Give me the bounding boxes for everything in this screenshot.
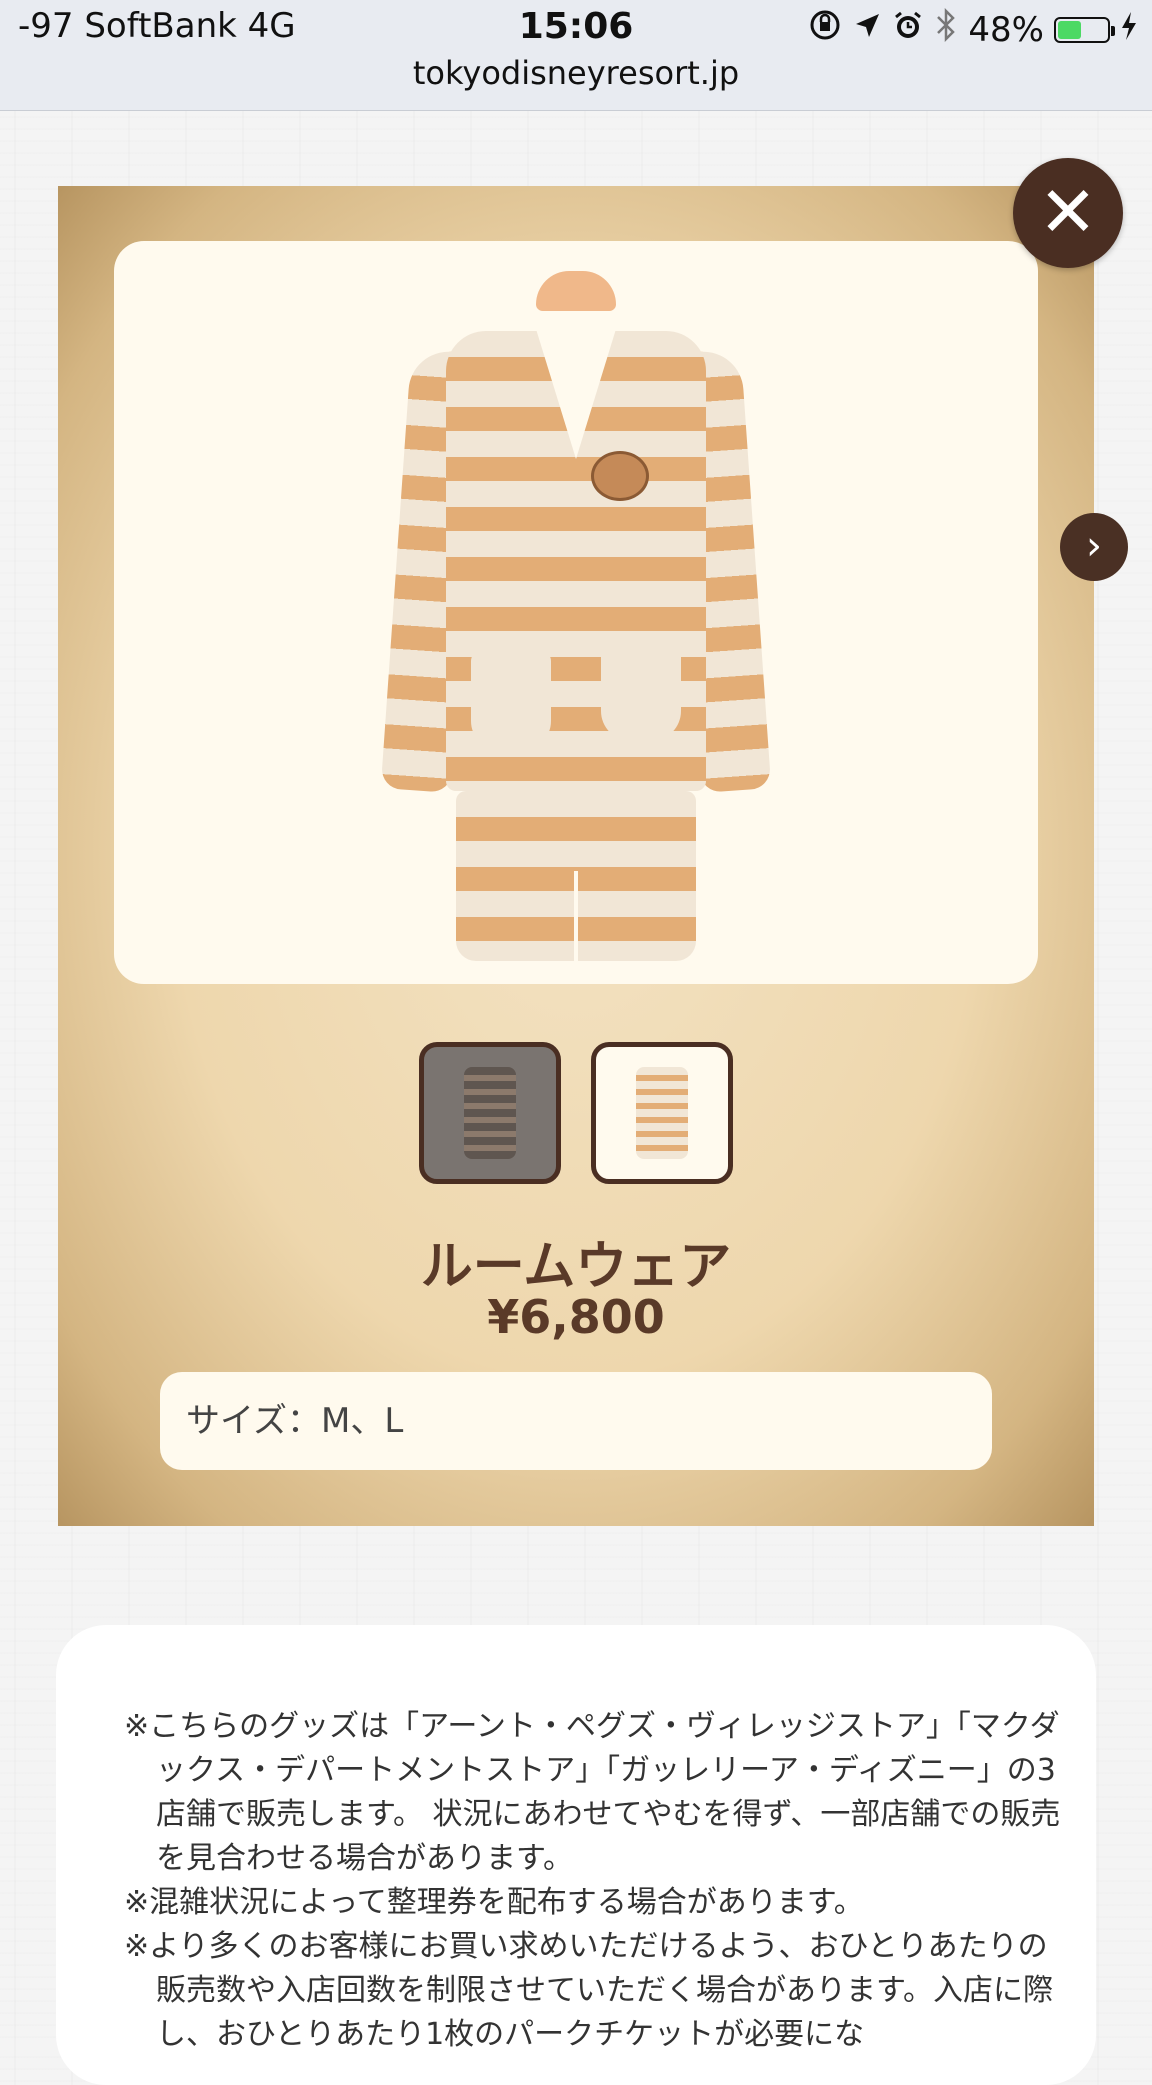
size-text: サイズ：M、L bbox=[186, 1401, 404, 1441]
product-price: ¥6,800 bbox=[487, 1290, 665, 1344]
bluetooth-icon bbox=[934, 7, 958, 51]
url-bar[interactable]: tokyodisneyresort.jp bbox=[0, 54, 1152, 92]
status-icons: 48% bbox=[808, 7, 1138, 51]
note-item: ※混雑状況によって整理券を配布する場合があります。 bbox=[124, 1885, 864, 1920]
notes-card: ※こちらのグッズは「アーント・ペグズ・ヴィレッジストア」「マクダックス・デパート… bbox=[56, 1625, 1096, 2085]
thumbnail-front-image bbox=[464, 1067, 516, 1159]
charging-bolt-icon bbox=[1120, 10, 1138, 50]
thumbnail-pajama[interactable] bbox=[591, 1042, 733, 1184]
notes-list: ※こちらのグッズは「アーント・ペグズ・ヴィレッジストア」「マクダックス・デパート… bbox=[124, 1705, 1074, 2057]
size-info: サイズ：M、L bbox=[160, 1372, 992, 1470]
product-modal: ルームウェア ¥6,800 サイズ：M、L bbox=[58, 186, 1094, 1526]
note-item: ※より多くのお客様にお買い求めいただけるよう、おひとりあたりの販売数や入店回数を… bbox=[124, 1929, 1053, 2052]
mannequin-neck bbox=[536, 271, 616, 311]
status-bar: -97 SoftBank 4G 15:06 48% tokyodisneyres… bbox=[0, 0, 1152, 111]
garment-pocket-left bbox=[471, 651, 551, 751]
shorts-split bbox=[574, 871, 578, 961]
thumbnail-strip bbox=[58, 1042, 1094, 1184]
thumbnail-pajama-image bbox=[636, 1067, 688, 1159]
thumbnail-front[interactable] bbox=[419, 1042, 561, 1184]
battery-percent: 48% bbox=[968, 9, 1044, 50]
product-name: ルームウェア bbox=[420, 1237, 732, 1297]
location-arrow-icon bbox=[852, 10, 882, 50]
battery-level bbox=[1058, 20, 1082, 39]
bear-patch-icon bbox=[591, 451, 649, 501]
note-item: ※こちらのグッズは「アーント・ペグズ・ヴィレッジストア」「マクダックス・デパート… bbox=[124, 1709, 1061, 1876]
garment-pocket-right bbox=[601, 641, 681, 741]
close-icon[interactable]: ✕ bbox=[1013, 158, 1123, 268]
next-arrow-icon[interactable]: › bbox=[1060, 513, 1128, 581]
product-image-frame bbox=[114, 241, 1038, 984]
battery-icon bbox=[1054, 16, 1115, 43]
alarm-icon bbox=[892, 9, 924, 50]
orientation-lock-icon bbox=[808, 8, 842, 51]
garment-neckline bbox=[536, 329, 616, 459]
product-image bbox=[380, 271, 772, 961]
